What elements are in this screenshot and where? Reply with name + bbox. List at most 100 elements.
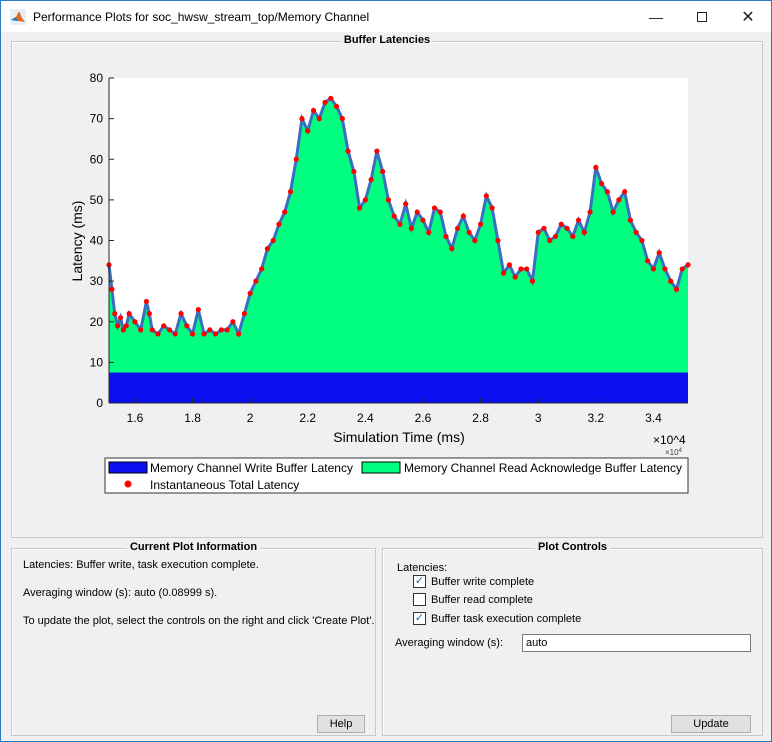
total-latency-point bbox=[662, 266, 668, 272]
total-latency-point bbox=[230, 319, 236, 325]
x-tick-label: 2.6 bbox=[415, 411, 432, 425]
checkbox-unchecked-icon[interactable] bbox=[413, 593, 426, 606]
total-latency-point bbox=[633, 229, 639, 235]
total-latency-point bbox=[581, 229, 587, 235]
y-tick-label: 60 bbox=[90, 152, 104, 166]
total-latency-point bbox=[414, 209, 420, 215]
total-latency-point bbox=[224, 327, 230, 333]
total-latency-point bbox=[316, 116, 322, 122]
info-instructions-text: To update the plot, select the controls … bbox=[23, 615, 375, 627]
total-latency-point bbox=[454, 225, 461, 231]
x-axis-label: Simulation Time (ms) bbox=[333, 429, 464, 445]
total-latency-point bbox=[172, 331, 178, 337]
checkbox-buffer-read[interactable]: Buffer read complete bbox=[413, 593, 533, 606]
legend-label-read: Memory Channel Read Acknowledge Buffer L… bbox=[404, 461, 682, 475]
checkbox-checked-icon[interactable]: ✓ bbox=[413, 575, 426, 588]
total-latency-point bbox=[109, 286, 115, 292]
y-axis-label: Latency (ms) bbox=[69, 201, 85, 282]
update-button[interactable]: Update bbox=[671, 715, 751, 733]
total-latency-point bbox=[345, 148, 351, 154]
write-latency-area bbox=[109, 372, 688, 403]
total-latency-point bbox=[123, 323, 129, 329]
total-latency-point bbox=[483, 193, 489, 199]
total-latency-point bbox=[639, 237, 645, 244]
x-tick-label: 3.2 bbox=[587, 411, 604, 425]
total-latency-point bbox=[143, 298, 150, 305]
total-latency-point bbox=[679, 266, 685, 272]
total-latency-point bbox=[368, 176, 374, 183]
total-latency-point bbox=[333, 103, 340, 110]
checkbox-checked-icon[interactable]: ✓ bbox=[413, 612, 426, 625]
total-latency-point bbox=[604, 189, 610, 195]
latency-chart: 1.6 1.8 2 2.2 2.4 2.6 2.8 3 3.2 3.4 0 10 20 30 40 50 60 7… bbox=[69, 71, 691, 494]
total-latency-point bbox=[685, 262, 691, 268]
x-tick-label: 2.8 bbox=[472, 411, 489, 425]
y-tick-label: 80 bbox=[90, 71, 104, 85]
x-tick-label: 1.6 bbox=[127, 411, 144, 425]
total-latency-point bbox=[178, 311, 184, 317]
total-latency-point bbox=[627, 217, 633, 223]
y-tick-label: 0 bbox=[96, 396, 103, 410]
current-plot-info-panel: Current Plot Information Latencies: Buff… bbox=[11, 541, 376, 736]
total-latency-point bbox=[189, 331, 196, 337]
total-latency-point bbox=[293, 156, 299, 162]
total-latency-point bbox=[339, 116, 345, 122]
help-button[interactable]: Help bbox=[317, 715, 365, 733]
total-latency-point bbox=[426, 229, 432, 235]
total-latency-point bbox=[161, 323, 167, 329]
total-latency-point bbox=[495, 237, 501, 244]
total-latency-point bbox=[117, 315, 124, 321]
total-latency-point bbox=[472, 237, 478, 244]
legend-marker-total bbox=[124, 480, 132, 488]
total-latency-point bbox=[408, 225, 415, 231]
legend-label-total: Instantaneous Total Latency bbox=[150, 478, 299, 492]
total-latency-point bbox=[357, 205, 363, 211]
averaging-window-input[interactable] bbox=[522, 634, 751, 652]
x-tick-label: 3 bbox=[535, 411, 542, 425]
total-latency-point bbox=[146, 311, 152, 317]
total-latency-point bbox=[385, 197, 392, 203]
total-latency-point bbox=[575, 217, 582, 223]
total-latency-point bbox=[126, 311, 132, 317]
total-latency-point bbox=[587, 209, 593, 215]
total-latency-point bbox=[305, 128, 311, 134]
latencies-label: Latencies: bbox=[397, 562, 448, 574]
total-latency-point bbox=[477, 221, 484, 227]
total-latency-point bbox=[489, 205, 495, 211]
plot-controls-panel: Plot Controls Latencies: ✓ Buffer write c… bbox=[382, 541, 763, 736]
total-latency-point bbox=[403, 201, 409, 207]
total-latency-point bbox=[201, 331, 207, 337]
y-tick-label: 20 bbox=[90, 315, 104, 329]
checkbox-buffer-task-execution[interactable]: ✓ Buffer task execution complete bbox=[413, 612, 581, 625]
total-latency-point bbox=[310, 107, 317, 114]
panel-title: Plot Controls bbox=[534, 541, 611, 553]
total-latency-point bbox=[645, 258, 651, 264]
averaging-window-label: Averaging window (s): bbox=[395, 637, 504, 649]
x-tick-label: 2 bbox=[247, 411, 254, 425]
total-latency-point bbox=[616, 197, 622, 203]
total-latency-point bbox=[236, 331, 242, 337]
total-latency-point bbox=[112, 311, 118, 317]
total-latency-point bbox=[598, 181, 605, 187]
total-latency-point bbox=[449, 246, 455, 252]
x-tick-label: 1.8 bbox=[184, 411, 201, 425]
total-latency-point bbox=[270, 237, 276, 244]
total-latency-point bbox=[650, 266, 657, 272]
total-latency-point bbox=[668, 278, 674, 284]
total-latency-point bbox=[132, 319, 138, 325]
total-latency-point bbox=[547, 237, 553, 244]
total-latency-point bbox=[518, 266, 524, 272]
total-latency-point bbox=[374, 148, 380, 154]
info-averaging-text: Averaging window (s): auto (0.08999 s). bbox=[23, 587, 218, 599]
x-exponent-superscript: ×104 bbox=[665, 448, 683, 457]
total-latency-point bbox=[593, 164, 599, 170]
total-latency-point bbox=[253, 278, 259, 284]
total-latency-point bbox=[529, 278, 536, 284]
checkbox-buffer-write[interactable]: ✓ Buffer write complete bbox=[413, 575, 534, 588]
total-latency-point bbox=[212, 331, 219, 337]
info-latencies-text: Latencies: Buffer write, task execution … bbox=[23, 559, 259, 571]
total-latency-point bbox=[431, 205, 438, 211]
total-latency-point bbox=[622, 189, 628, 195]
y-tick-label: 50 bbox=[90, 193, 104, 207]
total-latency-point bbox=[380, 168, 386, 175]
